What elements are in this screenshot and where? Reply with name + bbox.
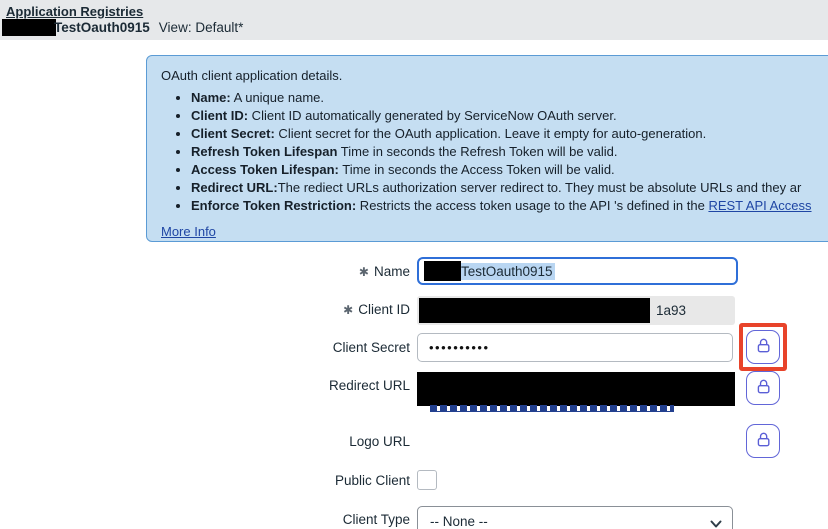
lock-icon: [755, 431, 772, 451]
bullet-term: Client ID:: [191, 108, 248, 123]
client-id-field-label: ✱ Client ID: [0, 302, 410, 317]
name-selected-text: TestOauth0915: [461, 263, 555, 280]
redacted-record-prefix: [2, 19, 56, 36]
bullet-desc: Restricts the access token usage to the …: [356, 198, 708, 213]
redirect-url-partial-link: [430, 405, 674, 412]
bullet-desc: Time in seconds the Access Token will be…: [339, 162, 615, 177]
client-secret-field-label: Client Secret: [0, 340, 410, 355]
client-secret-input[interactable]: [417, 333, 733, 362]
client-secret-lock-button[interactable]: [746, 330, 780, 364]
bullet-term: Client Secret:: [191, 126, 275, 141]
client-type-select[interactable]: -- None --: [417, 506, 733, 529]
bullet-term: Access Token Lifespan:: [191, 162, 339, 177]
info-bullet-client-secret: Client Secret: Client secret for the OAu…: [191, 125, 828, 143]
redacted-redirect-url: [417, 372, 735, 406]
bullet-term: Redirect URL:: [191, 180, 278, 195]
bullet-desc: The rediect URLs authorization server re…: [278, 180, 802, 195]
bullet-desc: Client secret for the OAuth application.…: [275, 126, 706, 141]
label-text: Public Client: [335, 473, 410, 488]
application-registries-page: Application Registries TestOauth0915 Vie…: [0, 0, 828, 529]
info-bullet-access-token: Access Token Lifespan: Time in seconds t…: [191, 161, 828, 179]
bullet-term: Enforce Token Restriction:: [191, 198, 356, 213]
info-bullet-client-id: Client ID: Client ID automatically gener…: [191, 107, 828, 125]
view-label: View: Default*: [159, 20, 244, 35]
page-header: Application Registries TestOauth0915 Vie…: [0, 0, 828, 40]
info-bullet-name: Name: A unique name.: [191, 89, 828, 107]
redacted-name-prefix: [424, 261, 461, 281]
logo-url-lock-button[interactable]: [746, 424, 780, 458]
redirect-url-lock-button[interactable]: [746, 371, 780, 405]
record-breadcrumb: TestOauth0915 View: Default*: [2, 19, 243, 36]
client-id-readonly-field: 1a93: [417, 296, 735, 325]
client-type-field-label: Client Type: [0, 512, 410, 527]
bullet-desc: Time in seconds the Refresh Token will b…: [337, 144, 617, 159]
label-text: Name: [374, 264, 410, 279]
mandatory-asterisk-icon: ✱: [359, 265, 369, 279]
rest-api-access-link[interactable]: REST API Access: [708, 198, 811, 213]
label-text: Redirect URL: [329, 378, 410, 393]
name-input[interactable]: TestOauth0915: [417, 257, 738, 285]
info-intro: OAuth client application details.: [161, 67, 828, 85]
client-type-selected-value: -- None --: [430, 514, 488, 529]
client-id-visible-suffix: 1a93: [656, 303, 686, 318]
bullet-term: Name:: [191, 90, 231, 105]
mandatory-asterisk-icon: ✱: [343, 303, 353, 317]
more-info-link[interactable]: More Info: [161, 223, 216, 241]
label-text: Client Type: [343, 512, 410, 527]
lock-icon: [755, 378, 772, 398]
public-client-field-label: Public Client: [0, 473, 410, 488]
redirect-url-field-label: Redirect URL: [0, 378, 410, 393]
redacted-client-id: [419, 298, 650, 323]
public-client-checkbox[interactable]: [417, 470, 437, 490]
bullet-desc: Client ID automatically generated by Ser…: [248, 108, 617, 123]
oauth-info-message: OAuth client application details. Name: …: [146, 55, 828, 242]
info-bullet-enforce-token: Enforce Token Restriction: Restricts the…: [191, 197, 828, 215]
logo-url-field-label: Logo URL: [0, 434, 410, 449]
label-text: Logo URL: [349, 434, 410, 449]
bullet-desc: A unique name.: [231, 90, 324, 105]
chevron-down-icon: [710, 517, 722, 529]
info-bullet-redirect-url: Redirect URL:The rediect URLs authorizat…: [191, 179, 828, 197]
label-text: Client ID: [358, 302, 410, 317]
lock-icon: [755, 337, 772, 357]
page-title[interactable]: Application Registries: [6, 4, 143, 19]
info-bullet-refresh-token: Refresh Token Lifespan Time in seconds t…: [191, 143, 828, 161]
info-bullet-list: Name: A unique name. Client ID: Client I…: [161, 89, 828, 215]
record-name: TestOauth0915: [54, 20, 150, 35]
name-field-label: ✱ Name: [0, 264, 410, 279]
label-text: Client Secret: [333, 340, 410, 355]
bullet-term: Refresh Token Lifespan: [191, 144, 337, 159]
